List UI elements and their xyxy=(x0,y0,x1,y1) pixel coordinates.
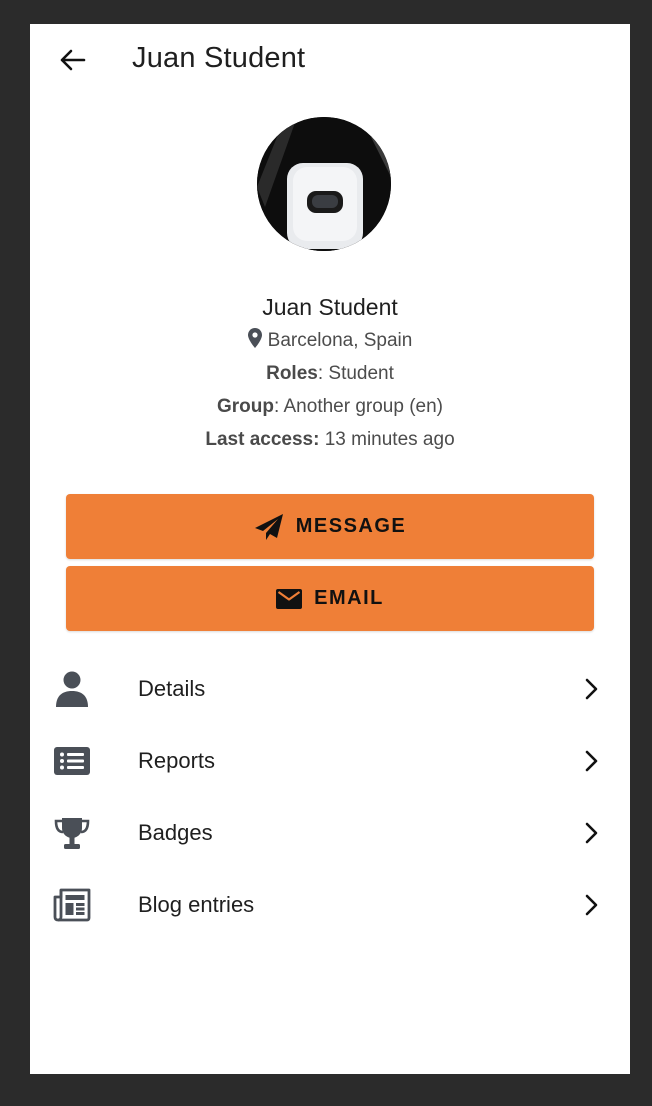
avatar xyxy=(257,117,391,251)
back-button[interactable] xyxy=(52,42,92,78)
list-icon xyxy=(52,741,92,781)
menu-label-badges: Badges xyxy=(138,820,213,845)
map-pin-icon xyxy=(247,328,262,348)
menu-label-details: Details xyxy=(138,676,206,701)
menu-label-blog-entries: Blog entries xyxy=(138,892,255,917)
profile-screen: Juan Student Juan Student Barcelona, Spa… xyxy=(30,24,630,1074)
user-icon xyxy=(52,669,92,709)
email-button[interactable]: EMAIL xyxy=(66,566,594,631)
group-value: : Another group (en) xyxy=(274,396,443,417)
menu-item-badges[interactable]: Badges xyxy=(30,797,630,869)
chevron-right-icon xyxy=(585,894,598,916)
header: Juan Student xyxy=(30,24,630,96)
last-access-line: Last access: 13 minutes ago xyxy=(30,423,630,456)
group-label: Group xyxy=(217,396,274,417)
message-button[interactable]: MESSAGE xyxy=(66,494,594,559)
email-button-label: EMAIL xyxy=(314,587,384,609)
roles-value: : Student xyxy=(317,363,394,384)
group-line: Group: Another group (en) xyxy=(30,390,630,423)
chevron-right-icon xyxy=(585,822,598,844)
menu-label-reports: Reports xyxy=(138,748,216,773)
roles-label: Roles xyxy=(266,363,318,384)
profile-info: Juan Student Barcelona, Spain Roles: Stu… xyxy=(30,290,630,456)
page-title: Juan Student xyxy=(132,42,306,74)
roles-line: Roles: Student xyxy=(30,357,630,390)
chevron-right-icon xyxy=(585,750,598,772)
menu-item-blog-entries[interactable]: Blog entries xyxy=(30,869,630,941)
trophy-icon xyxy=(52,813,92,853)
location-text: Barcelona, Spain xyxy=(267,330,413,351)
newspaper-icon xyxy=(52,885,92,925)
arrow-left-icon xyxy=(60,49,86,71)
last-access-label: Last access: xyxy=(205,429,320,450)
menu-item-reports[interactable]: Reports xyxy=(30,725,630,797)
envelope-icon xyxy=(276,588,303,609)
message-button-label: MESSAGE xyxy=(295,515,407,537)
last-access-value: 13 minutes ago xyxy=(319,429,455,450)
location-line: Barcelona, Spain xyxy=(30,324,630,357)
chevron-right-icon xyxy=(585,678,598,700)
menu-item-details[interactable]: Details xyxy=(30,653,630,725)
user-name: Juan Student xyxy=(262,294,398,320)
paper-plane-icon xyxy=(254,513,283,540)
